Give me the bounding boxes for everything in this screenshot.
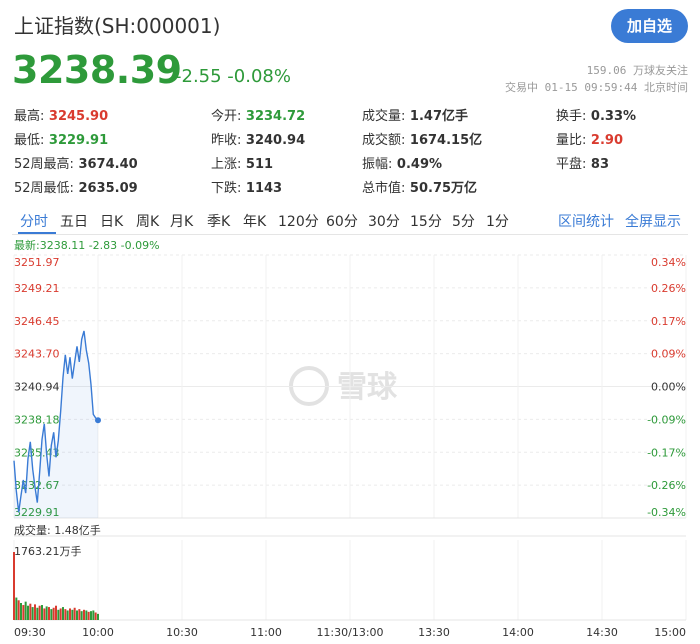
x-tick-label: 13:30 [418, 626, 450, 639]
x-tick-label: 14:30 [586, 626, 618, 639]
pct-tick-label: 0.09% [651, 348, 686, 361]
x-tick-label: 14:00 [502, 626, 534, 639]
volume-bar [73, 607, 76, 620]
volume-bar [80, 611, 83, 620]
watermark-text: 雪球 [337, 370, 398, 405]
x-tick-label: 10:30 [166, 626, 198, 639]
volume-bar [76, 610, 78, 620]
volume-bar [17, 600, 20, 620]
volume-bar [55, 605, 57, 620]
volume-bar [13, 552, 15, 620]
volume-bar [24, 601, 27, 620]
x-tick-label: 10:00 [82, 626, 114, 639]
volume-bar [27, 605, 29, 620]
y-tick-label: 3246.45 [14, 315, 60, 328]
volume-bar [36, 607, 39, 620]
volume-bar [48, 607, 50, 620]
volume-bar [64, 609, 67, 620]
intraday-chart[interactable]: 雪球 3251.97 0.34% 3249.21 0.26% 3246.45 0.17% 32… [0, 0, 700, 644]
y-tick-label: 3251.97 [14, 256, 60, 269]
volume-bar [94, 612, 97, 620]
y-tick-label: 3249.21 [14, 282, 60, 295]
volume-bar [43, 608, 46, 620]
volume-bar [97, 613, 99, 620]
volume-label: 成交量: 1.48亿手 [14, 524, 101, 537]
volume-bar [83, 609, 85, 620]
x-tick-label: 11:00 [250, 626, 282, 639]
volume-bar [38, 605, 41, 620]
volume-bar [69, 608, 71, 620]
pct-tick-label: -0.17% [647, 446, 686, 459]
volume-bar [29, 603, 32, 620]
pct-tick-label: -0.26% [647, 479, 686, 492]
volume-bar [78, 609, 81, 620]
pct-tick-label: 0.26% [651, 282, 686, 295]
x-tick-label: 09:30 [14, 626, 46, 639]
volume-bar [52, 607, 55, 620]
volume-bar [15, 597, 18, 620]
volume-bar [45, 606, 48, 620]
pct-tick-label: 0.34% [651, 256, 686, 269]
volume-max-label: 1763.21万手 [14, 545, 82, 558]
y-tick-label: 3243.70 [14, 348, 60, 361]
volume-bar [34, 604, 36, 620]
pct-tick-label: -0.34% [647, 506, 686, 519]
volume-bar [20, 603, 22, 620]
volume-bar [71, 609, 74, 620]
x-tick-label: 15:00 [654, 626, 686, 639]
volume-bar [62, 607, 64, 620]
y-tick-label: 3238.18 [14, 413, 60, 426]
volume-bar [50, 609, 53, 620]
x-tick-label: 11:30/13:00 [316, 626, 383, 639]
volume-bar [92, 610, 95, 620]
volume-bar [90, 611, 92, 620]
latest-point-marker [95, 417, 101, 424]
pct-tick-label: 0.17% [651, 315, 686, 328]
volume-bar [57, 609, 60, 620]
volume-bar [87, 611, 90, 620]
volume-bar [59, 608, 62, 620]
pct-tick-label: 0.00% [651, 381, 686, 394]
volume-bar [22, 605, 25, 620]
volume-bar [85, 610, 88, 620]
volume-bar [41, 605, 43, 620]
pct-tick-label: -0.09% [647, 413, 686, 426]
volume-bar [66, 610, 69, 620]
volume-bar [31, 607, 34, 620]
y-tick-label: 3240.94 [14, 381, 60, 394]
